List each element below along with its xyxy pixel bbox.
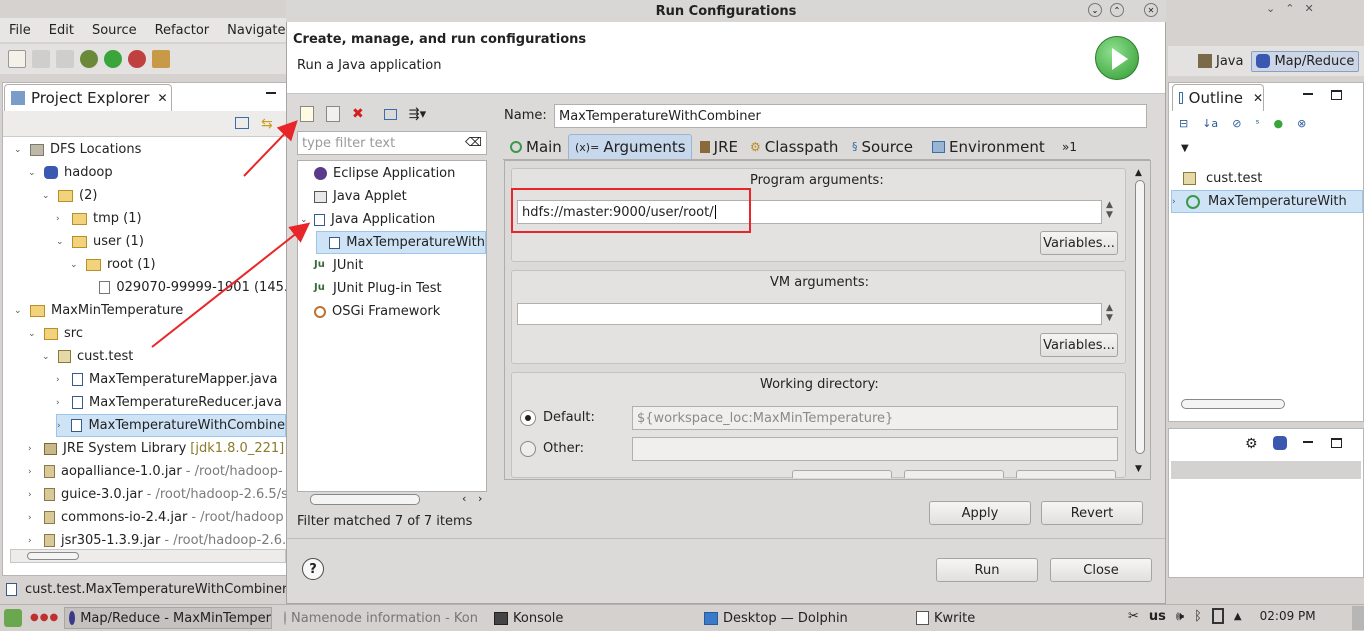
pager-dots-icon[interactable]: ●●● (30, 612, 59, 623)
arrow-to-new-config (243, 120, 298, 177)
task-browser[interactable]: Namenode information - Kon (280, 607, 478, 629)
task-eclipse-label: Map/Reduce - MaxMinTemper (80, 610, 271, 626)
show-hidden-icon[interactable]: ▲ (1234, 611, 1242, 622)
volume-icon[interactable]: 🕪 (1176, 609, 1184, 624)
keyboard-layout[interactable]: us (1149, 609, 1166, 624)
annotation-arrows (151, 120, 311, 348)
browser-icon (284, 611, 287, 625)
app-launcher-icon[interactable] (4, 609, 22, 627)
battery-icon[interactable] (1211, 608, 1224, 624)
task-browser-label: Namenode information - Kon (291, 610, 478, 626)
task-eclipse[interactable]: Map/Reduce - MaxMinTemper (64, 607, 272, 629)
dolphin-icon (704, 611, 718, 625)
kwrite-icon (916, 611, 929, 625)
task-konsole[interactable]: Konsole (490, 607, 600, 629)
systray: ✂ us 🕪 ᛒ ▲ 02:09 PM (1128, 608, 1316, 624)
clock: 02:09 PM (1259, 609, 1316, 623)
scissors-icon[interactable]: ✂ (1128, 609, 1139, 624)
task-konsole-label: Konsole (513, 610, 564, 626)
konsole-icon (494, 611, 508, 625)
task-dolphin-label: Desktop — Dolphin (723, 610, 848, 626)
task-kwrite-label: Kwrite (934, 610, 976, 626)
task-dolphin[interactable]: Desktop — Dolphin (700, 607, 860, 629)
desktop-edge (1352, 606, 1364, 630)
task-kwrite[interactable]: Kwrite (912, 607, 1002, 629)
arrow-to-java-application (151, 222, 311, 348)
bluetooth-icon[interactable]: ᛒ (1194, 609, 1202, 624)
eclipse-icon (69, 611, 76, 625)
